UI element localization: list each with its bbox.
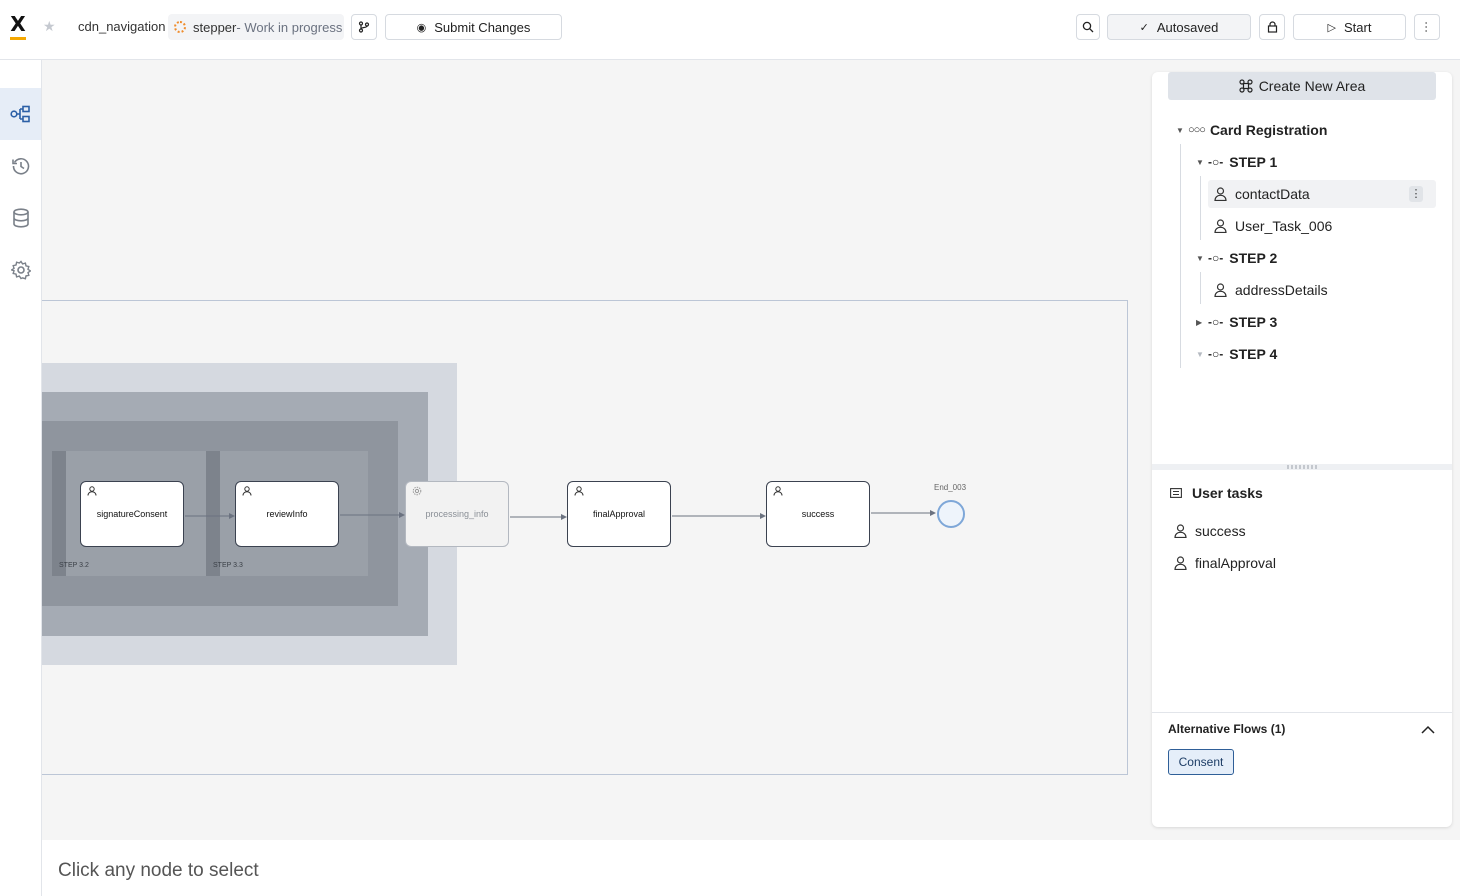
more-vertical-icon: ···	[1420, 21, 1434, 33]
process-status: - Work in progress	[236, 19, 343, 35]
end-event[interactable]	[937, 500, 965, 528]
user-icon	[87, 486, 97, 496]
tree-step-2[interactable]: ▼ -○- STEP 2	[1196, 247, 1277, 269]
tree-guide	[1200, 272, 1201, 304]
user-icon	[242, 486, 252, 496]
record-icon: ◉	[416, 21, 427, 34]
node-label: finalApproval	[592, 509, 646, 519]
task-node[interactable]: signatureConsent	[80, 481, 184, 547]
user-tasks-header: User tasks	[1170, 485, 1263, 501]
chevron-right-icon[interactable]: ▶	[1196, 318, 1208, 327]
branch-button[interactable]	[351, 14, 377, 40]
task-node[interactable]: processing_info	[405, 481, 509, 547]
user-icon	[1174, 556, 1187, 570]
chevron-up-icon[interactable]	[1421, 725, 1435, 734]
process-chip[interactable]: stepper - Work in progress	[168, 14, 344, 40]
sequence-flows	[185, 510, 936, 520]
step-icon: -○-	[1208, 347, 1224, 361]
node-label: signatureConsent	[96, 509, 168, 519]
user-icon	[1214, 283, 1227, 297]
process-name: stepper	[193, 19, 237, 35]
autosave-status: ✓ Autosaved	[1107, 14, 1251, 40]
process-tree-icon	[9, 105, 30, 123]
tree-guide	[1180, 144, 1181, 368]
gear-icon	[412, 486, 422, 496]
user-icon	[1174, 524, 1187, 538]
task-node[interactable]: reviewInfo	[235, 481, 339, 547]
history-icon	[11, 157, 29, 175]
tree-task-addressdetails[interactable]: addressDetails	[1214, 279, 1328, 301]
lock-button[interactable]	[1259, 14, 1285, 40]
task-node[interactable]: success	[766, 481, 870, 547]
node-label: processing_info	[425, 509, 489, 519]
node-label: success	[801, 509, 835, 519]
alternative-flows-title: Alternative Flows (1)	[1168, 722, 1286, 736]
stepper-icon: ○○○	[1188, 124, 1206, 136]
chevron-down-icon[interactable]: ▼	[1176, 126, 1188, 135]
end-event-label: End_003	[934, 483, 967, 492]
tree-guide	[1200, 176, 1201, 240]
user-icon	[1214, 219, 1227, 233]
submit-changes-button[interactable]: ◉ Submit Changes	[385, 14, 562, 40]
nav-settings[interactable]	[0, 244, 41, 296]
more-menu-button[interactable]: ···	[1414, 14, 1440, 40]
favorite-star-icon[interactable]: ★	[43, 18, 56, 35]
search-button[interactable]	[1076, 14, 1100, 40]
user-icon	[773, 486, 783, 496]
tree-task-user-task-006[interactable]: User_Task_006	[1214, 215, 1332, 237]
tree-step-4[interactable]: ▼ -○- STEP 4	[1196, 343, 1277, 365]
chevron-down-icon[interactable]: ▼	[1196, 254, 1208, 263]
branch-icon	[358, 21, 370, 33]
drag-grip-icon[interactable]	[1286, 465, 1318, 469]
work-in-progress-icon	[174, 21, 186, 33]
task-node[interactable]: finalApproval	[567, 481, 671, 547]
step-icon: -○-	[1208, 251, 1224, 265]
area-icon	[1239, 79, 1253, 93]
node-label: reviewInfo	[266, 509, 308, 519]
step-icon: -○-	[1208, 155, 1224, 169]
user-task-item[interactable]: finalApproval	[1174, 555, 1276, 571]
row-menu-icon[interactable]: ⋮	[1409, 186, 1423, 202]
left-nav	[0, 60, 42, 896]
chevron-down-icon[interactable]: ▼	[1196, 350, 1208, 359]
check-circle-icon: ✓	[1139, 21, 1149, 34]
gear-icon	[10, 260, 31, 280]
user-icon	[1214, 187, 1227, 201]
nav-process-designer[interactable]	[0, 88, 41, 140]
app-logo[interactable]: X	[9, 14, 27, 40]
lock-icon	[1267, 21, 1277, 33]
alternative-flows-section: Alternative Flows (1) Consent	[1152, 712, 1452, 827]
search-icon	[1082, 21, 1094, 33]
tree-root[interactable]: ▼ ○○○ Card Registration	[1176, 119, 1327, 141]
start-button[interactable]: ▷ Start	[1293, 14, 1406, 40]
play-icon: ▷	[1327, 21, 1336, 34]
tree-step-1[interactable]: ▼ -○- STEP 1	[1196, 151, 1277, 173]
top-bar: X ★ cdn_navigation stepper - Work in pro…	[0, 0, 1460, 60]
list-icon	[1170, 488, 1182, 498]
user-icon	[574, 486, 584, 496]
alt-flow-consent-chip[interactable]: Consent	[1168, 749, 1234, 775]
nav-data-model[interactable]	[0, 192, 41, 244]
chevron-down-icon[interactable]: ▼	[1196, 158, 1208, 167]
project-name[interactable]: cdn_navigation	[78, 19, 165, 34]
step-icon: -○-	[1208, 315, 1224, 329]
tree-step-3[interactable]: ▶ -○- STEP 3	[1196, 311, 1277, 333]
selection-hint: Click any node to select	[58, 860, 259, 881]
database-icon	[12, 208, 29, 228]
create-new-area-button[interactable]: Create New Area	[1168, 72, 1436, 100]
user-task-item[interactable]: success	[1174, 523, 1246, 539]
navigation-panel: Create New Area ▼ ○○○ Card Registration …	[1152, 72, 1452, 827]
tree-task-contactdata[interactable]: contactData	[1214, 183, 1310, 205]
nav-history[interactable]	[0, 140, 41, 192]
